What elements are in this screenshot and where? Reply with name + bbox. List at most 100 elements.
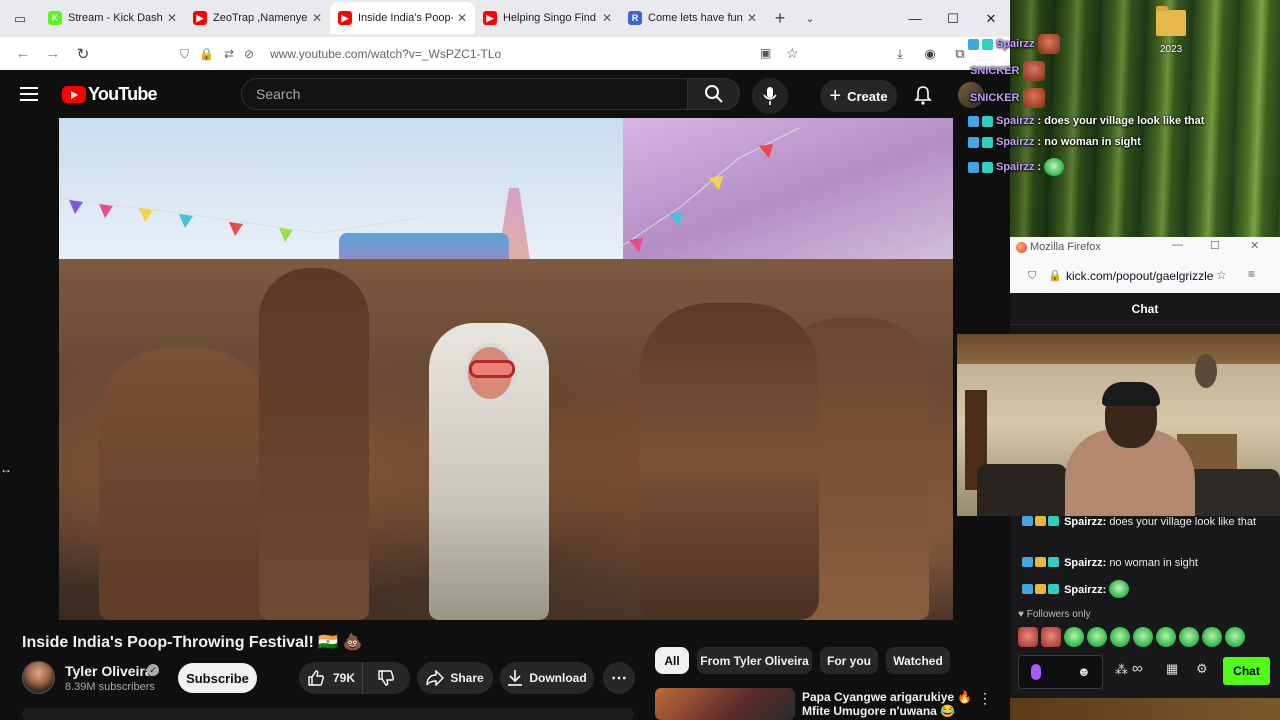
hamburger-menu-icon[interactable] bbox=[20, 82, 44, 106]
voice-search-button[interactable] bbox=[752, 78, 788, 114]
search-input[interactable]: Search bbox=[241, 78, 688, 110]
chip-all[interactable]: All bbox=[655, 647, 689, 674]
notifications-button[interactable] bbox=[910, 82, 936, 108]
browser-tab[interactable]: ▶ Helping Singo Find a ✕ bbox=[475, 2, 620, 34]
maximize-button[interactable]: ☐ bbox=[934, 0, 972, 37]
overlay-chat-message: SNICKER bbox=[970, 88, 1045, 108]
overlay-chat-user: SNICKER bbox=[970, 92, 1020, 104]
minimize-button[interactable]: — bbox=[896, 0, 934, 37]
chat-username[interactable]: Spairzz: bbox=[1064, 557, 1106, 569]
address-bar[interactable]: ⛉ 🔒 ⇄ ⊘ www.youtube.com/watch?v=_WsPZC1-… bbox=[172, 41, 808, 67]
share-icon bbox=[426, 670, 445, 686]
more-actions-icon[interactable]: ⋯ bbox=[603, 662, 635, 694]
thumbs-down-icon bbox=[378, 670, 394, 686]
description-box[interactable] bbox=[22, 708, 634, 720]
emote-icon[interactable] bbox=[1110, 627, 1130, 647]
reload-button[interactable]: ↻ bbox=[68, 39, 98, 69]
video-player[interactable] bbox=[59, 118, 953, 620]
thumbs-up-icon bbox=[308, 670, 324, 686]
chip-from-channel[interactable]: From Tyler Oliveira bbox=[697, 647, 812, 674]
gear-icon[interactable]: ⚙ bbox=[1196, 661, 1208, 677]
close-tab-icon[interactable]: ✕ bbox=[747, 11, 757, 25]
new-tab-button[interactable]: + bbox=[765, 2, 795, 34]
chat-username[interactable]: Spairzz: bbox=[1064, 516, 1106, 528]
emote-icon[interactable] bbox=[1018, 627, 1038, 647]
chip-watched[interactable]: Watched bbox=[886, 647, 950, 674]
account-icon[interactable]: ◉ bbox=[915, 37, 945, 70]
emote-icon[interactable] bbox=[1133, 627, 1153, 647]
chat-input[interactable]: ☻ bbox=[1018, 655, 1103, 689]
browser-tab[interactable]: ▶ Inside India's Poop-Th ✕ bbox=[330, 2, 475, 34]
menu-icon[interactable]: ≡ bbox=[1248, 267, 1255, 281]
folder-icon[interactable] bbox=[1156, 6, 1186, 36]
dislike-button[interactable] bbox=[363, 662, 409, 694]
emote-icon[interactable] bbox=[1225, 627, 1245, 647]
emote-icon[interactable] bbox=[1202, 627, 1222, 647]
tab-title: ZeoTrap ,Namenye Fa bbox=[213, 12, 308, 24]
firefox-logo-icon bbox=[1016, 242, 1027, 253]
bookmark-star-icon[interactable]: ☆ bbox=[786, 45, 799, 62]
emote-icon[interactable] bbox=[1041, 627, 1061, 647]
create-button[interactable]: + Create bbox=[820, 80, 897, 112]
badge-icon bbox=[968, 115, 979, 127]
webcam-feed bbox=[957, 334, 1280, 516]
close-tab-icon[interactable]: ✕ bbox=[457, 11, 467, 25]
close-tab-icon[interactable]: ✕ bbox=[602, 11, 612, 25]
ff-close-button[interactable]: ✕ bbox=[1250, 239, 1259, 252]
download-button[interactable]: Download bbox=[500, 662, 594, 694]
recommendation-menu-icon[interactable]: ⋮ bbox=[978, 690, 992, 707]
close-tab-icon[interactable]: ✕ bbox=[312, 11, 322, 25]
microphone-icon[interactable] bbox=[1031, 664, 1041, 680]
store-icon[interactable]: ▦ bbox=[1166, 661, 1178, 677]
bookmark-star-icon[interactable]: ☆ bbox=[1216, 268, 1227, 282]
chat-message: Spairzz: does your village look like tha… bbox=[1022, 514, 1272, 530]
back-button[interactable]: ← bbox=[8, 39, 38, 69]
youtube-logo[interactable]: YouTube bbox=[62, 84, 158, 105]
share-button[interactable]: Share bbox=[417, 662, 493, 694]
channel-name[interactable]: Tyler Oliveira bbox=[65, 663, 153, 679]
youtube-logo-text: YouTube bbox=[88, 84, 158, 104]
overlay-chat-message: Spairzz : no woman in sight bbox=[968, 136, 1141, 148]
users-icon[interactable]: ⁂ bbox=[1115, 662, 1128, 678]
subscribe-button[interactable]: Subscribe bbox=[178, 663, 257, 693]
resize-cursor-icon: ↔ bbox=[0, 462, 12, 476]
ff-minimize-button[interactable]: — bbox=[1172, 239, 1183, 251]
forward-button[interactable]: → bbox=[38, 39, 68, 69]
recommendation-thumbnail[interactable] bbox=[655, 688, 795, 720]
badge-icon bbox=[1048, 516, 1059, 526]
chat-send-button[interactable]: Chat bbox=[1223, 657, 1270, 685]
tab-list-icon[interactable]: ▭ bbox=[0, 0, 40, 37]
browser-tab[interactable]: K Stream - Kick Dashboa ✕ bbox=[40, 2, 185, 34]
overlay-chat-message: Spairzz : bbox=[968, 158, 1065, 176]
lock-icon: 🔒 bbox=[199, 47, 214, 61]
like-dislike-group: 79K bbox=[299, 662, 410, 694]
chip-for-you[interactable]: For you bbox=[820, 647, 878, 674]
channel-avatar[interactable] bbox=[22, 661, 55, 694]
ff-maximize-button[interactable]: ☐ bbox=[1210, 239, 1220, 252]
emote-icon[interactable] bbox=[1179, 627, 1199, 647]
recommendation-title[interactable]: Papa Cyangwe arigarukiye 🔥 Mfite Umugore… bbox=[802, 690, 972, 718]
browser-tab[interactable]: R Come lets have fun ✕ bbox=[620, 2, 765, 34]
infinity-icon[interactable]: ∞ bbox=[1132, 660, 1143, 677]
emote-icon[interactable] bbox=[1064, 627, 1084, 647]
close-window-button[interactable]: ✕ bbox=[972, 0, 1010, 37]
chat-username[interactable]: Spairzz: bbox=[1064, 584, 1106, 596]
overlay-chat-text: : no woman in sight bbox=[1037, 136, 1141, 148]
close-tab-icon[interactable]: ✕ bbox=[167, 11, 177, 25]
like-button[interactable]: 79K bbox=[299, 662, 363, 694]
search-button[interactable] bbox=[688, 78, 740, 110]
reader-view-icon[interactable]: ▣ bbox=[760, 46, 771, 60]
video-frame-bunting bbox=[59, 127, 800, 252]
tab-search-button[interactable]: ⌄ bbox=[795, 2, 825, 34]
browser-window: ▭ K Stream - Kick Dashboa ✕ ▶ ZeoTrap ,Namen… bbox=[0, 0, 1010, 720]
emoji-icon[interactable]: ☻ bbox=[1077, 664, 1091, 679]
downloads-icon[interactable]: ⤓ bbox=[885, 37, 915, 70]
browser-tab[interactable]: ▶ ZeoTrap ,Namenye Fa ✕ bbox=[185, 2, 330, 34]
folder-label: 2023 bbox=[1160, 44, 1183, 55]
emote-icon[interactable] bbox=[1156, 627, 1176, 647]
chat-header: Chat bbox=[1010, 293, 1280, 325]
tab-favicon-icon: R bbox=[628, 11, 642, 25]
crown-icon bbox=[1035, 516, 1046, 526]
emote-icon[interactable] bbox=[1087, 627, 1107, 647]
ff-url-text[interactable]: kick.com/popout/gaelgrizzle bbox=[1066, 269, 1213, 283]
